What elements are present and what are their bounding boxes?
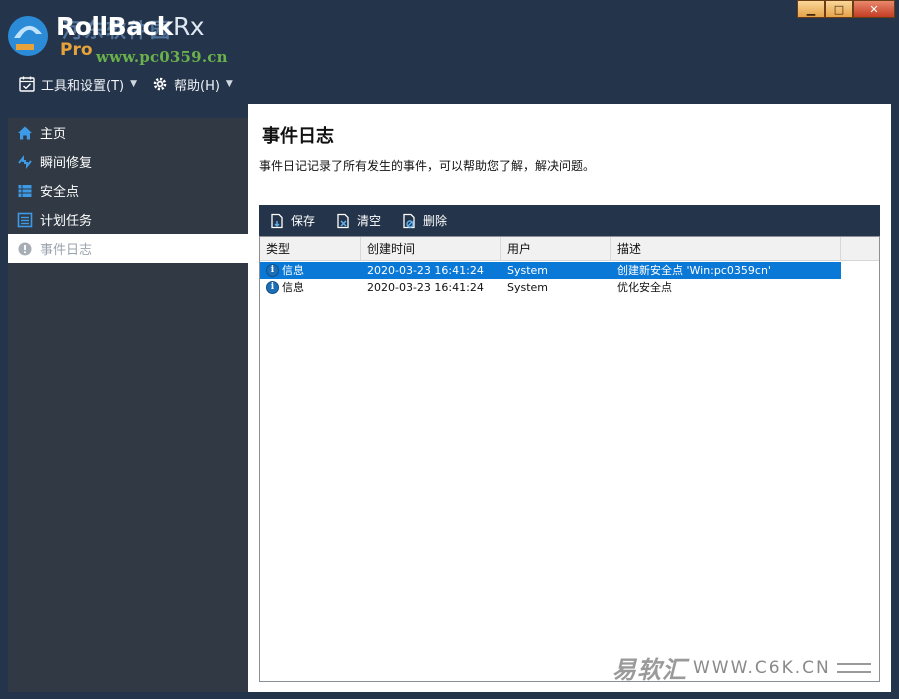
calendar-check-icon xyxy=(19,76,35,92)
cell-time: 2020-03-23 16:41:24 xyxy=(367,281,484,294)
cell-description: 创建新安全点 'Win:pc0359cn' xyxy=(617,264,771,277)
watermark-url: WWW.C6K.CN xyxy=(693,657,831,678)
menu-tools-label: 工具和设置(T) xyxy=(41,78,125,94)
sidebar-item-label: 安全点 xyxy=(40,185,80,200)
info-icon: i xyxy=(266,264,279,277)
site-watermark: 易软汇 WWW.C6K.CN xyxy=(612,650,871,685)
app-logo: 河东软件园 RollBackRx Pro www.pc0359.cn xyxy=(4,6,234,66)
app-edition: Pro xyxy=(60,40,93,60)
watermark-cn: 易软汇 xyxy=(612,656,687,684)
page-description: 事件日记记录了所有发生的事件，可以帮助您了解，解决问题。 xyxy=(259,159,596,173)
column-header-time[interactable]: 创建时间 xyxy=(361,237,501,261)
chevron-down-icon: ▼ xyxy=(225,79,233,89)
schedule-icon xyxy=(16,211,34,229)
sidebar-item-home[interactable]: 主页 xyxy=(8,118,248,147)
info-icon: i xyxy=(266,281,279,294)
clear-label: 清空 xyxy=(357,214,382,228)
sidebar-item-label: 事件日志 xyxy=(40,243,93,258)
column-header-description[interactable]: 描述 xyxy=(611,237,841,261)
window-controls: ▁ □ ✕ xyxy=(797,0,895,18)
table-row[interactable]: i 信息 2020-03-23 16:41:24 System 创建新安全点 '… xyxy=(260,262,841,279)
sidebar-item-label: 瞬间修复 xyxy=(40,156,93,171)
cell-description: 优化安全点 xyxy=(617,281,672,294)
event-log-icon xyxy=(16,240,34,258)
minimize-button[interactable]: ▁ xyxy=(797,0,825,18)
save-button[interactable]: 保存 xyxy=(269,212,315,229)
save-icon xyxy=(271,213,283,228)
sidebar-item-event-log[interactable]: 事件日志 xyxy=(8,234,248,263)
chevron-down-icon: ▼ xyxy=(130,79,138,89)
sidebar-item-snapshots[interactable]: 安全点 xyxy=(8,176,248,205)
sidebar-item-label: 计划任务 xyxy=(40,214,93,229)
table-row[interactable]: i 信息 2020-03-23 16:41:24 System 优化安全点 xyxy=(260,279,841,296)
close-button[interactable]: ✕ xyxy=(853,0,895,18)
maximize-button[interactable]: □ xyxy=(825,0,853,18)
event-log-table[interactable]: 类型 创建时间 用户 描述 i 信息 2020-03-23 16:41:24 S… xyxy=(259,236,880,682)
cell-user: System xyxy=(507,281,549,294)
logo-badge-icon xyxy=(8,16,48,56)
clear-icon xyxy=(337,213,349,228)
table-header: 类型 创建时间 用户 描述 xyxy=(260,237,879,261)
clear-button[interactable]: 清空 xyxy=(335,212,381,229)
cell-type: i 信息 xyxy=(260,279,361,296)
sidebar-item-label: 主页 xyxy=(40,127,67,142)
column-header-type[interactable]: 类型 xyxy=(260,237,361,261)
cell-user: System xyxy=(507,264,549,277)
gear-icon xyxy=(153,77,167,91)
main-panel: 事件日志 事件日记记录了所有发生的事件，可以帮助您了解，解决问题。 保存 清空 … xyxy=(248,104,891,692)
menu-help[interactable]: 帮助(H) ▼ xyxy=(151,72,233,96)
log-toolbar: 保存 清空 删除 xyxy=(259,205,880,236)
save-label: 保存 xyxy=(291,214,316,228)
column-header-user[interactable]: 用户 xyxy=(501,237,611,261)
page-title: 事件日志 xyxy=(262,126,334,147)
menu-bar: 工具和设置(T) ▼ 帮助(H) ▼ xyxy=(0,66,899,104)
sidebar: 主页 瞬间修复 安全点 计划任务 事件日志 xyxy=(8,118,248,692)
title-bar: 河东软件园 RollBackRx Pro www.pc0359.cn ▁ □ ✕ xyxy=(0,0,899,66)
sidebar-item-schedule[interactable]: 计划任务 xyxy=(8,205,248,234)
cell-type: i 信息 xyxy=(260,262,361,279)
watermark-lines-icon xyxy=(836,662,871,673)
cell-time: 2020-03-23 16:41:24 xyxy=(367,264,484,277)
delete-icon xyxy=(403,213,415,228)
menu-help-label: 帮助(H) xyxy=(174,78,220,94)
instant-restore-icon xyxy=(16,153,34,171)
delete-label: 删除 xyxy=(423,214,448,228)
logo-watermark-url: www.pc0359.cn xyxy=(96,48,228,66)
sidebar-item-instant-restore[interactable]: 瞬间修复 xyxy=(8,147,248,176)
app-title: RollBackRx xyxy=(56,12,205,41)
snapshot-icon xyxy=(16,182,34,200)
delete-button[interactable]: 删除 xyxy=(401,212,447,229)
menu-tools-settings[interactable]: 工具和设置(T) ▼ xyxy=(18,72,137,96)
home-icon xyxy=(16,124,34,142)
